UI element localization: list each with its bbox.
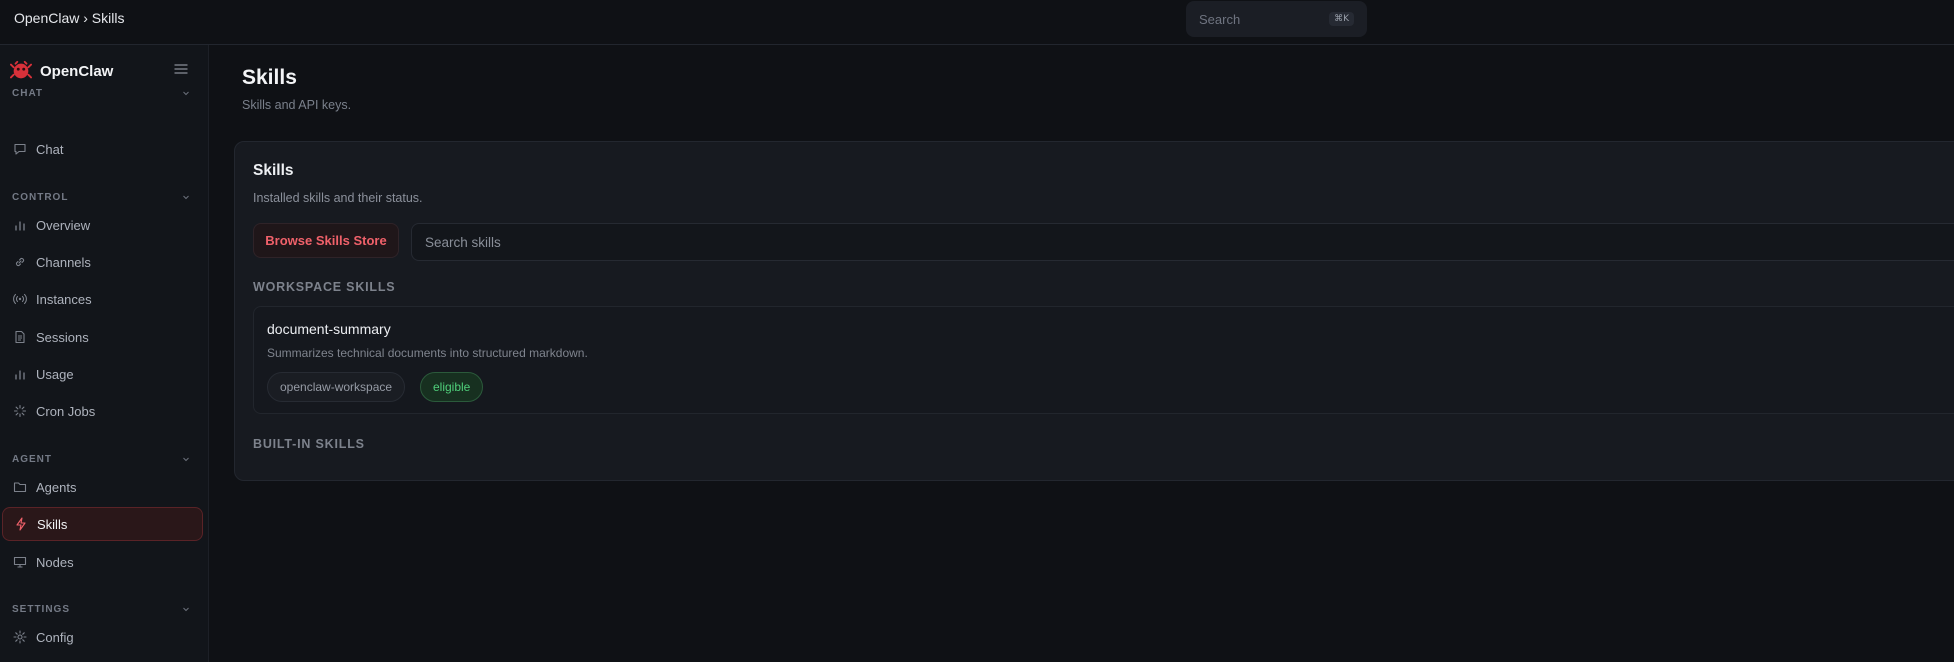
skills-card: Skills Installed skills and their status… [234, 141, 1954, 481]
sidebar: OpenClaw CHAT Chat CONTROL Overview Chan… [0, 45, 209, 662]
page-title: Skills [242, 66, 297, 89]
sidebar-item-cron-jobs[interactable]: Cron Jobs [2, 394, 203, 428]
skill-card-document-summary[interactable]: document-summary Summarizes technical do… [253, 306, 1954, 414]
sidebar-item-label: Sessions [36, 329, 89, 345]
global-search[interactable]: Search ⌘K [1186, 1, 1367, 37]
lightning-icon [16, 517, 26, 531]
section-label-agent: AGENT [12, 454, 52, 465]
sidebar-item-skills[interactable]: Skills [2, 507, 203, 541]
sidebar-item-label: Instances [36, 291, 92, 307]
card-title: Skills [253, 162, 294, 179]
chevron-down-icon[interactable] [182, 89, 190, 97]
chat-bubble-icon [14, 143, 26, 155]
sidebar-item-overview[interactable]: Overview [2, 208, 203, 242]
sidebar-item-channels[interactable]: Channels [2, 245, 203, 279]
sidebar-item-sessions[interactable]: Sessions [2, 320, 203, 354]
sidebar-item-label: Nodes [36, 554, 74, 570]
brand[interactable]: OpenClaw [10, 59, 113, 83]
sidebar-item-label: Overview [36, 217, 91, 233]
sidebar-item-agents[interactable]: Agents [2, 470, 203, 504]
sidebar-item-label: Skills [37, 516, 68, 532]
gear-icon [13, 630, 27, 644]
folder-icon [13, 482, 27, 493]
bar-chart-icon [15, 370, 25, 380]
card-description: Installed skills and their status. [253, 191, 423, 205]
document-icon [15, 330, 25, 344]
chevron-down-icon[interactable] [182, 193, 190, 201]
sidebar-item-label: Config [36, 629, 74, 645]
section-label-chat: CHAT [12, 88, 44, 99]
skills-search-input[interactable] [411, 223, 1954, 261]
openclaw-logo-icon [10, 60, 32, 79]
chevron-down-icon[interactable] [182, 605, 190, 613]
section-label-settings: SETTINGS [12, 604, 71, 615]
brand-name: OpenClaw [40, 62, 114, 80]
sidebar-item-instances[interactable]: Instances [2, 282, 203, 316]
sidebar-item-config[interactable]: Config [2, 620, 203, 654]
radio-signal-icon [13, 293, 27, 305]
sidebar-item-label: Agents [36, 479, 77, 495]
section-label-control: CONTROL [12, 192, 69, 203]
skill-name: document-summary [267, 321, 391, 337]
status-badge: eligible [420, 372, 484, 402]
sidebar-item-chat[interactable]: Chat [2, 132, 203, 166]
breadcrumb: OpenClaw › Skills [14, 10, 125, 26]
sidebar-item-label: Cron Jobs [36, 403, 96, 419]
chevron-down-icon[interactable] [182, 455, 190, 463]
sidebar-item-label: Usage [36, 366, 74, 382]
skill-description: Summarizes technical documents into stru… [267, 346, 588, 360]
built-in-skills-label: BUILT-IN SKILLS [253, 437, 365, 451]
global-search-placeholder: Search [1199, 11, 1241, 27]
bar-chart-icon [15, 221, 25, 231]
link-icon [15, 257, 25, 267]
menu-toggle-icon[interactable] [174, 63, 188, 75]
sidebar-item-label: Channels [36, 254, 91, 270]
loader-icon [13, 404, 27, 418]
skill-source-tag: openclaw-workspace [267, 372, 406, 402]
top-bar: OpenClaw › Skills Search ⌘K [0, 0, 1954, 45]
sidebar-item-nodes[interactable]: Nodes [2, 545, 203, 579]
sidebar-item-usage[interactable]: Usage [2, 357, 203, 391]
browse-skills-store-button[interactable]: Browse Skills Store [253, 223, 399, 258]
sidebar-item-label: Chat [36, 141, 64, 157]
monitor-icon [13, 556, 27, 568]
page-subtitle: Skills and API keys. [242, 98, 352, 112]
workspace-skills-label: WORKSPACE SKILLS [253, 280, 396, 294]
shortcut-badge: ⌘K [1329, 12, 1354, 26]
